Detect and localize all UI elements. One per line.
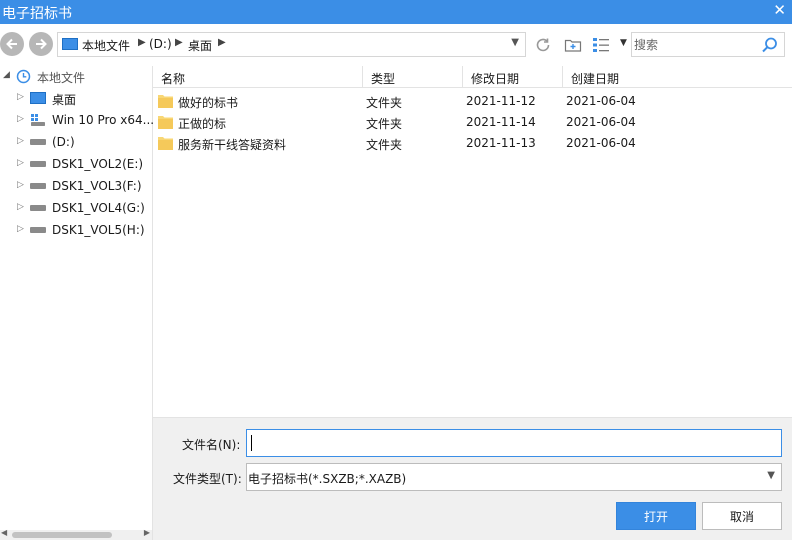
open-button[interactable]: 打开 xyxy=(616,502,696,530)
filename-label: 文件名(N): xyxy=(182,438,241,452)
tree-item-win10[interactable]: ▷ Win 10 Pro x64... xyxy=(0,110,155,130)
column-header-type[interactable]: 类型 xyxy=(363,66,463,88)
file-created: 2021-06-04 xyxy=(566,94,636,108)
new-folder-icon[interactable] xyxy=(564,36,582,54)
file-row[interactable]: 服务新干线答疑资料 文件夹 2021-11-13 2021-06-04 xyxy=(153,133,792,154)
file-type: 文件夹 xyxy=(366,117,403,131)
chevron-down-icon[interactable]: ▼ xyxy=(620,38,627,48)
file-modified: 2021-11-12 xyxy=(466,94,536,108)
drive-icon xyxy=(30,139,46,145)
column-header-name[interactable]: ⌄ 名称 xyxy=(153,66,363,88)
column-header-label: 修改日期 xyxy=(471,72,520,86)
breadcrumb-drive-d[interactable]: (D:) xyxy=(149,37,172,51)
tree-item-label: DSK1_VOL4(G:) xyxy=(52,201,145,215)
file-type: 文件夹 xyxy=(366,96,403,110)
file-created: 2021-06-04 xyxy=(566,136,636,150)
breadcrumb-desktop[interactable]: 桌面 xyxy=(188,37,212,54)
file-modified: 2021-11-13 xyxy=(466,136,536,150)
drive-icon xyxy=(30,161,46,167)
tree-item-label: DSK1_VOL2(E:) xyxy=(52,157,144,171)
text-cursor xyxy=(251,435,252,451)
tree-item-drive-f[interactable]: ▷ DSK1_VOL3(F:) xyxy=(0,176,152,196)
folder-icon xyxy=(158,137,173,150)
close-icon[interactable]: ✕ xyxy=(773,1,786,19)
search-input[interactable] xyxy=(634,36,754,53)
collapsed-arrow-icon[interactable]: ▷ xyxy=(17,114,24,124)
chevron-down-icon[interactable]: ▼ xyxy=(511,37,519,48)
chevron-right-icon[interactable]: ▶ xyxy=(175,37,183,48)
column-header-label: 名称 xyxy=(161,72,186,86)
tree-item-label: 本地文件 xyxy=(37,71,86,85)
view-options-icon[interactable] xyxy=(592,36,610,54)
drive-icon xyxy=(30,205,46,211)
file-row[interactable]: 正做的标 文件夹 2021-11-14 2021-06-04 xyxy=(153,112,792,133)
search-box[interactable] xyxy=(631,32,785,57)
breadcrumb-local-files[interactable]: 本地文件 xyxy=(82,37,130,54)
file-modified: 2021-11-14 xyxy=(466,115,536,129)
tree-item-label: Win 10 Pro x64... xyxy=(52,113,155,127)
toolbar: 本地文件 ▶ (D:) ▶ 桌面 ▶ ▼ ▼ xyxy=(0,24,792,66)
file-name: 正做的标 xyxy=(178,117,227,131)
tree-item-drive-d[interactable]: ▷ (D:) xyxy=(0,132,152,152)
collapsed-arrow-icon[interactable]: ▷ xyxy=(17,202,24,212)
collapsed-arrow-icon[interactable]: ▷ xyxy=(17,224,24,234)
filetype-value: 电子招标书(*.SXZB;*.XAZB) xyxy=(248,472,407,486)
collapsed-arrow-icon[interactable]: ▷ xyxy=(17,158,24,168)
file-type: 文件夹 xyxy=(366,138,403,152)
column-header-created[interactable]: 创建日期 xyxy=(563,66,792,88)
collapsed-arrow-icon[interactable]: ▷ xyxy=(17,180,24,190)
back-button[interactable] xyxy=(0,32,24,56)
expanded-arrow-icon[interactable]: ◢ xyxy=(3,70,10,80)
refresh-icon[interactable] xyxy=(534,36,552,54)
column-header-label: 类型 xyxy=(371,72,396,86)
filetype-label: 文件类型(T): xyxy=(173,472,242,486)
arrow-right-icon xyxy=(36,38,47,50)
computer-icon xyxy=(62,38,78,50)
chevron-right-icon[interactable]: ▶ xyxy=(218,37,226,48)
chevron-down-icon[interactable]: ▼ xyxy=(767,470,775,481)
forward-button[interactable] xyxy=(29,32,53,56)
file-list: ⌄ 名称 类型 修改日期 创建日期 做好的标书 文件夹 2021-11-12 2… xyxy=(153,66,792,417)
horizontal-scrollbar[interactable]: ◀ ▶ xyxy=(0,528,152,540)
file-created: 2021-06-04 xyxy=(566,115,636,129)
tree-item-label: (D:) xyxy=(52,135,75,149)
tree-item-drive-g[interactable]: ▷ DSK1_VOL4(G:) xyxy=(0,198,152,218)
tree-item-label: DSK1_VOL3(F:) xyxy=(52,179,142,193)
title-bar: 电子招标书 ✕ xyxy=(0,0,792,24)
windows-drive-icon xyxy=(31,114,45,126)
desktop-icon xyxy=(30,92,46,104)
column-header-modified[interactable]: 修改日期 xyxy=(463,66,563,88)
arrow-left-icon xyxy=(6,38,17,50)
tree-item-label: DSK1_VOL5(H:) xyxy=(52,223,145,237)
search-icon[interactable] xyxy=(761,36,779,54)
file-form: 文件名(N): 文件类型(T): 电子招标书(*.SXZB;*.XAZB) ▼ … xyxy=(153,417,792,540)
column-header-label: 创建日期 xyxy=(571,72,620,86)
folder-icon xyxy=(158,116,173,129)
folder-icon xyxy=(158,95,173,108)
chevron-right-icon[interactable]: ▶ xyxy=(138,37,146,48)
scrollbar-thumb[interactable] xyxy=(12,532,112,538)
collapsed-arrow-icon[interactable]: ▷ xyxy=(17,92,24,102)
tree-item-drive-e[interactable]: ▷ DSK1_VOL2(E:) xyxy=(0,154,152,174)
scroll-right-icon[interactable]: ▶ xyxy=(144,528,150,537)
tree-item-drive-h[interactable]: ▷ DSK1_VOL5(H:) xyxy=(0,220,152,240)
file-name: 服务新干线答疑资料 xyxy=(178,138,287,152)
filetype-select[interactable]: 电子招标书(*.SXZB;*.XAZB) ▼ xyxy=(246,463,782,491)
file-row[interactable]: 做好的标书 文件夹 2021-11-12 2021-06-04 xyxy=(153,91,792,112)
tree-item-local-files[interactable]: ◢ 本地文件 xyxy=(0,66,152,86)
cancel-button[interactable]: 取消 xyxy=(702,502,782,530)
scroll-left-icon[interactable]: ◀ xyxy=(1,528,7,537)
tree-item-desktop[interactable]: ▷ 桌面 xyxy=(0,88,152,108)
filename-input[interactable] xyxy=(246,429,782,457)
window-title: 电子招标书 xyxy=(2,6,72,22)
address-bar[interactable]: 本地文件 ▶ (D:) ▶ 桌面 ▶ ▼ xyxy=(57,32,526,57)
tree-item-label: 桌面 xyxy=(52,93,77,107)
file-name: 做好的标书 xyxy=(178,96,239,110)
navigation-pane: ◢ 本地文件 ▷ 桌面 ▷ Win 10 Pro x64... ▷ (D:) ▷… xyxy=(0,66,155,540)
drive-icon xyxy=(30,227,46,233)
clock-icon xyxy=(16,69,31,84)
collapsed-arrow-icon[interactable]: ▷ xyxy=(17,136,24,146)
drive-icon xyxy=(30,183,46,189)
